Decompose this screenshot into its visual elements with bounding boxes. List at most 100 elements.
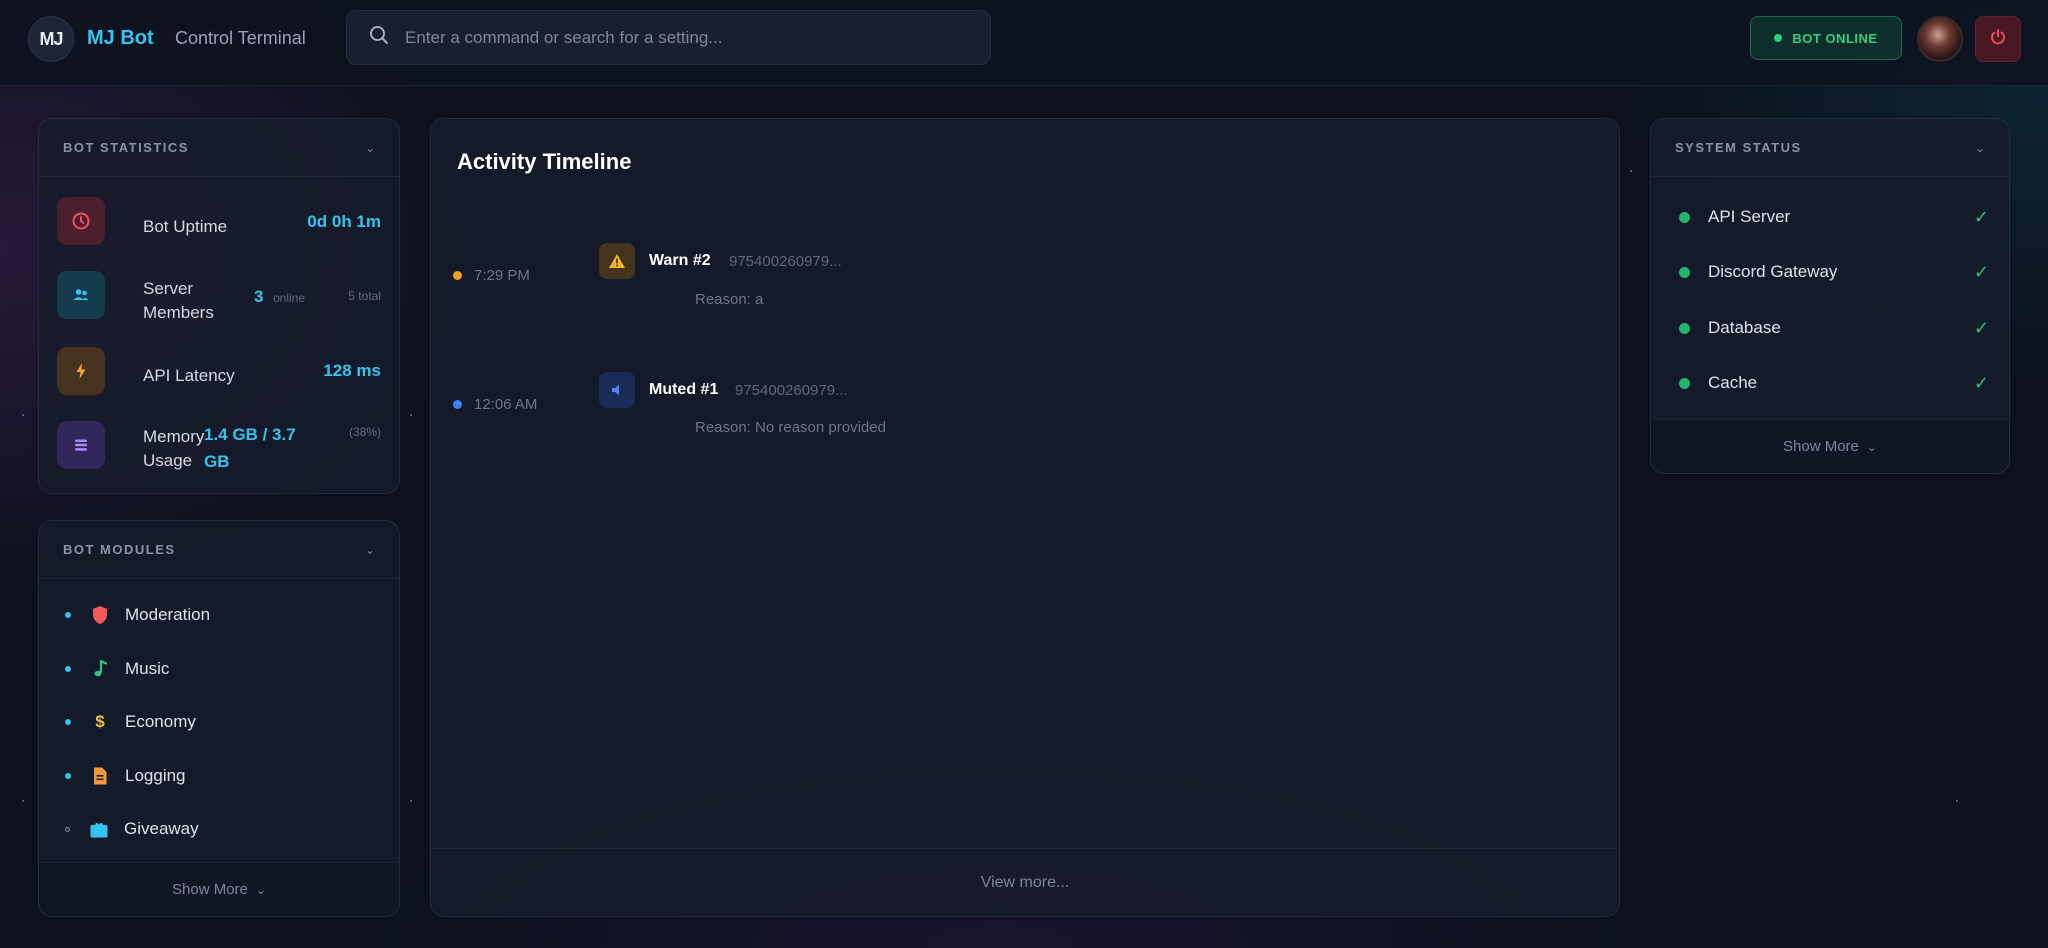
module-item-music[interactable]: Music [65,655,169,683]
event-user-id: 975400260979... [735,382,848,399]
bot-statistics-panel: BOT STATISTICS ⌄ Bot Uptime 0d 0h 1m Ser… [38,118,400,494]
event-user-id: 975400260979... [729,253,842,270]
uptime-value: 0d 0h 1m [307,212,381,231]
bot-status-text: BOT ONLINE [1792,30,1878,46]
status-dot-icon [1679,322,1690,334]
activity-timeline-panel: Activity Timeline 7:29 PM Warn #2 975400… [430,118,1620,917]
status-show-more-button[interactable]: Show More ⌄ [1651,419,2009,473]
module-item-moderation[interactable]: Moderation [65,601,210,629]
members-label-line1: Server [143,279,194,298]
latency-label: API Latency [143,366,235,385]
timeline-event-time: 12:06 AM [453,396,537,413]
background-speck [22,414,24,416]
members-label-line2: Members [143,303,214,322]
memory-value-line2: GB [204,452,230,471]
panel-title: SYSTEM STATUS [1675,140,1802,155]
module-item-logging[interactable]: Logging [65,762,186,790]
background-speck [1956,800,1958,802]
system-item-cache: Cache ✓ [1679,369,1989,397]
view-more-link[interactable]: View more... [431,848,1619,916]
gift-icon [88,819,110,839]
chevron-down-icon[interactable]: ⌄ [365,141,375,155]
warning-icon [599,243,635,279]
memory-percent: (38%) [348,425,381,439]
system-item-label: API Server [1708,207,1791,226]
memory-value-line1: 1.4 GB / 3.7 [204,425,296,444]
members-online-label: online [273,291,306,305]
chevron-down-icon: ⌄ [255,882,266,897]
shield-icon [89,605,111,625]
status-dot-icon [1679,377,1690,389]
bot-modules-header[interactable]: BOT MODULES ⌄ [39,521,399,579]
module-label: Music [125,659,170,678]
module-label: Moderation [125,605,211,624]
module-status-dot [65,719,71,725]
chevron-down-icon: ⌄ [1866,439,1877,454]
search-icon [369,25,389,50]
module-status-dot [65,773,71,779]
module-label: Giveaway [124,819,199,838]
chevron-down-icon[interactable]: ⌄ [365,543,375,557]
brand-name: MJ Bot [87,27,154,49]
timeline-event-time: 7:29 PM [453,267,530,284]
module-status-dot [65,666,71,672]
user-avatar[interactable] [1917,16,1963,62]
status-dot-icon [1679,266,1690,278]
show-more-label: Show More [172,881,248,898]
bot-logo[interactable]: MJ [28,16,74,62]
memory-list-icon [57,421,105,469]
modules-show-more-button[interactable]: Show More ⌄ [39,862,399,916]
stat-latency [57,347,105,395]
event-action[interactable]: Warn #2 [649,252,711,270]
latency-value: 128 ms [323,361,381,380]
event-action[interactable]: Muted #1 [649,381,718,399]
check-icon: ✓ [1973,206,1989,227]
check-icon: ✓ [1973,372,1989,393]
mute-speaker-icon [599,372,635,408]
module-label: Logging [125,766,186,785]
command-search[interactable] [346,10,991,65]
panel-title: BOT MODULES [63,542,176,557]
lightning-icon [57,347,105,395]
search-input[interactable] [405,27,965,48]
check-icon: ✓ [1973,317,1989,338]
status-dot-icon [1774,34,1783,42]
memory-label-line2: Usage [143,451,193,470]
music-note-icon [89,659,111,679]
users-icon [57,271,105,319]
bot-statistics-header[interactable]: BOT STATISTICS ⌄ [39,119,399,177]
background-speck [22,800,24,802]
background-speck [410,800,412,802]
event-time-text: 7:29 PM [474,267,530,284]
bot-modules-panel: BOT MODULES ⌄ Moderation Music $ Economy… [38,520,400,917]
memory-value: 1.4 GB / 3.7 GB [204,421,296,475]
members-label: Server Members [143,277,214,325]
module-status-dot [65,612,71,618]
background-speck [410,414,412,416]
chevron-down-icon[interactable]: ⌄ [1975,141,1985,155]
system-item-label: Discord Gateway [1708,262,1838,281]
timeline-dot-icon [453,400,462,409]
module-item-economy[interactable]: $ Economy [65,708,196,736]
status-dot-icon [1679,211,1690,223]
uptime-label: Bot Uptime [143,217,228,236]
system-item-api-server: API Server ✓ [1679,203,1989,231]
timeline-dot-icon [453,271,462,280]
system-item-discord-gateway: Discord Gateway ✓ [1679,258,1989,286]
power-button[interactable] [1975,16,2021,62]
background-speck [1630,170,1632,172]
system-item-label: Cache [1708,373,1758,392]
members-online-count: 3 [254,287,264,306]
system-item-database: Database ✓ [1679,314,1989,342]
logo-text: MJ [39,28,63,49]
dollar-icon: $ [95,712,105,731]
stat-members [57,271,105,319]
system-status-header[interactable]: SYSTEM STATUS ⌄ [1651,119,2009,177]
brand-subtitle: Control Terminal [175,28,306,48]
module-item-giveaway[interactable]: Giveaway [65,815,199,843]
event-time-text: 12:06 AM [474,396,538,413]
module-label: Economy [125,712,196,731]
system-status-panel: SYSTEM STATUS ⌄ API Server ✓ Discord Gat… [1650,118,2010,474]
memory-label-line1: Memory [143,427,205,446]
event-reason: Reason: No reason provided [695,419,886,436]
